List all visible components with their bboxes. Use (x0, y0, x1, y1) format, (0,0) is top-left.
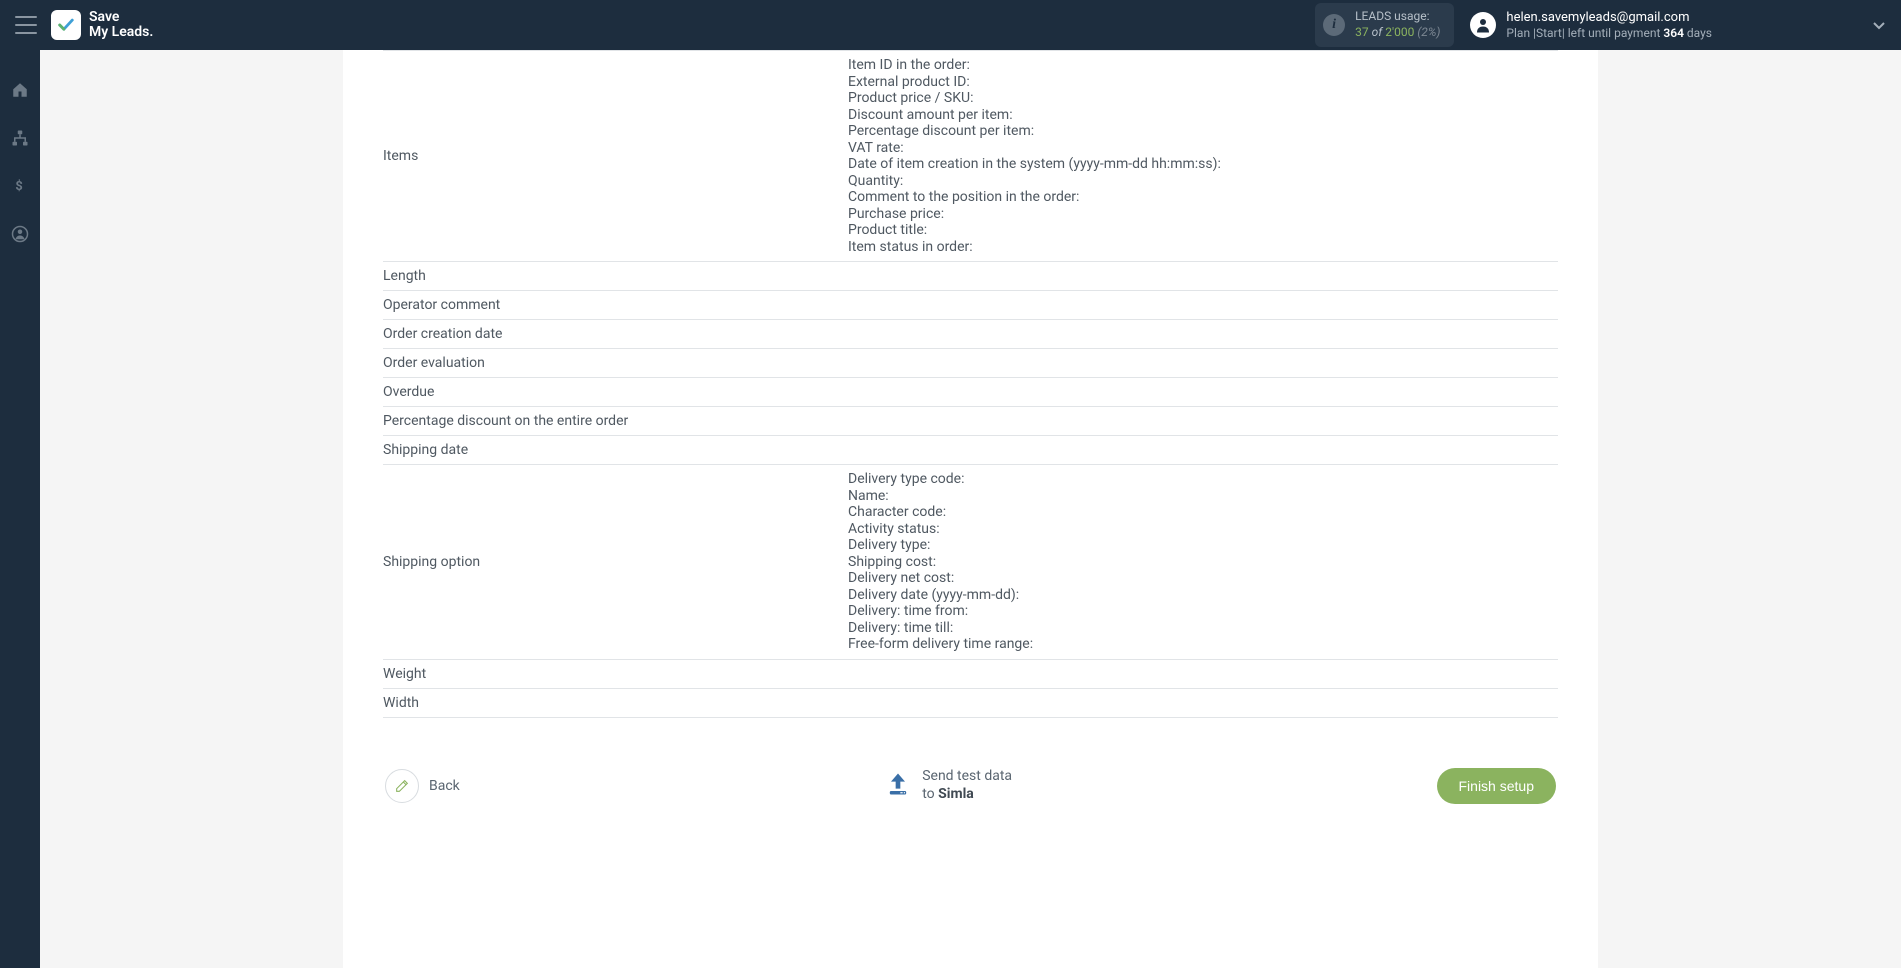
field-row: Shipping date (383, 436, 1558, 465)
menu-toggle-button[interactable] (15, 16, 37, 34)
field-value-line: VAT rate: (848, 140, 1558, 157)
field-value-line: Date of item creation in the system (yyy… (848, 156, 1558, 173)
field-label: Shipping option (383, 469, 848, 655)
field-value-line: Free-form delivery time range: (848, 636, 1558, 653)
field-label: Shipping date (383, 440, 848, 460)
field-row: Weight (383, 660, 1558, 689)
chevron-down-icon[interactable] (1872, 15, 1886, 34)
field-label: Order evaluation (383, 353, 848, 373)
usage-values: 37 of 2'000 (2%) (1355, 25, 1440, 41)
field-value-line: Item ID in the order: (848, 57, 1558, 74)
field-value-line: Delivery: time from: (848, 603, 1558, 620)
field-value (848, 693, 1558, 697)
field-row: Overdue (383, 378, 1558, 407)
send-test-button[interactable]: Send test data to Simla (884, 768, 1012, 803)
field-value (848, 382, 1558, 386)
field-value-line: Discount amount per item: (848, 107, 1558, 124)
account-menu[interactable]: helen.savemyleads@gmail.com Plan |Start|… (1470, 10, 1886, 40)
field-value (848, 664, 1558, 668)
field-value-line: Delivery net cost: (848, 570, 1558, 587)
connections-icon[interactable] (10, 128, 30, 148)
info-icon: i (1323, 14, 1345, 36)
field-value-line: Product title: (848, 222, 1558, 239)
field-label: Operator comment (383, 295, 848, 315)
account-email: helen.savemyleads@gmail.com (1506, 10, 1712, 26)
profile-icon[interactable] (10, 224, 30, 244)
usage-label: LEADS usage: (1355, 9, 1440, 25)
field-table: ItemsItem ID in the order:External produ… (383, 50, 1558, 718)
field-row: Shipping optionDelivery type code:Name:C… (383, 465, 1558, 660)
plan-info: Plan |Start| left until payment 364 days (1506, 26, 1712, 40)
field-label: Width (383, 693, 848, 713)
field-label: Percentage discount on the entire order (383, 411, 848, 431)
svg-text:$: $ (15, 179, 22, 194)
field-label: Length (383, 266, 848, 286)
sidebar: $ (0, 50, 40, 968)
field-row: ItemsItem ID in the order:External produ… (383, 50, 1558, 262)
avatar-icon (1470, 12, 1496, 38)
field-value-line: Name: (848, 488, 1558, 505)
usage-indicator[interactable]: i LEADS usage: 37 of 2'000 (2%) (1315, 3, 1454, 46)
back-button[interactable]: Back (385, 769, 460, 803)
field-value-line: Delivery date (yyyy-mm-dd): (848, 587, 1558, 604)
field-row: Order creation date (383, 320, 1558, 349)
field-value-line: Shipping cost: (848, 554, 1558, 571)
field-value-line: Purchase price: (848, 206, 1558, 223)
pencil-icon (385, 769, 419, 803)
field-value-line: Activity status: (848, 521, 1558, 538)
send-test-label: Send test data to Simla (922, 768, 1012, 803)
field-label: Overdue (383, 382, 848, 402)
field-value-line: Delivery: time till: (848, 620, 1558, 637)
field-value: Delivery type code:Name:Character code:A… (848, 469, 1558, 655)
field-value: Item ID in the order:External product ID… (848, 55, 1558, 257)
field-value (848, 324, 1558, 328)
back-label: Back (429, 778, 460, 794)
field-value-line: Character code: (848, 504, 1558, 521)
field-value-line: Delivery type code: (848, 471, 1558, 488)
field-label: Items (383, 55, 848, 257)
field-value (848, 266, 1558, 270)
logo[interactable]: Save My Leads. (51, 10, 153, 41)
field-row: Length (383, 262, 1558, 291)
field-label: Weight (383, 664, 848, 684)
form-card: ItemsItem ID in the order:External produ… (343, 50, 1598, 968)
field-value-line: Item status in order: (848, 239, 1558, 256)
field-value-line: Percentage discount per item: (848, 123, 1558, 140)
upload-icon (884, 770, 912, 802)
logo-text: Save My Leads. (89, 10, 153, 41)
field-value-line: Delivery type: (848, 537, 1558, 554)
field-row: Percentage discount on the entire order (383, 407, 1558, 436)
home-icon[interactable] (10, 80, 30, 100)
checkmark-icon (57, 18, 75, 32)
field-value-line: Comment to the position in the order: (848, 189, 1558, 206)
footer-actions: Back Send test data to Simla Finish setu… (383, 768, 1558, 804)
billing-icon[interactable]: $ (10, 176, 30, 196)
field-row: Operator comment (383, 291, 1558, 320)
field-value (848, 411, 1558, 415)
field-row: Width (383, 689, 1558, 718)
field-value (848, 295, 1558, 299)
field-row: Order evaluation (383, 349, 1558, 378)
field-value-line: Product price / SKU: (848, 90, 1558, 107)
main-content: ItemsItem ID in the order:External produ… (40, 50, 1901, 968)
field-value (848, 440, 1558, 444)
field-label: Order creation date (383, 324, 848, 344)
field-value (848, 353, 1558, 357)
field-value-line: External product ID: (848, 74, 1558, 91)
app-header: Save My Leads. i LEADS usage: 37 of 2'00… (0, 0, 1901, 50)
logo-icon (51, 10, 81, 40)
field-value-line: Quantity: (848, 173, 1558, 190)
finish-setup-button[interactable]: Finish setup (1437, 768, 1556, 804)
